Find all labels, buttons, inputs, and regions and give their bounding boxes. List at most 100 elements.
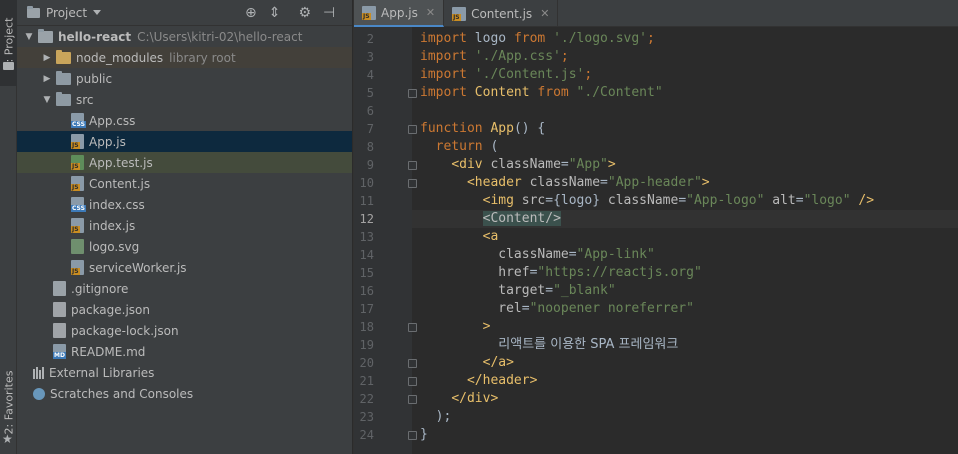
tree-row[interactable]: logo.svg <box>17 236 352 257</box>
gear-icon[interactable]: ⚙ <box>298 5 311 21</box>
line-number: 10 <box>359 176 374 190</box>
tree-item-label: .gitignore <box>71 281 129 296</box>
chevron-down-icon[interactable]: ▼ <box>23 32 35 42</box>
chevron-down-icon[interactable]: ▼ <box>41 95 53 105</box>
tree-row[interactable]: package.json <box>17 299 352 320</box>
close-icon[interactable]: ✕ <box>540 7 549 20</box>
tree-row[interactable]: package-lock.json <box>17 320 352 341</box>
code-line: ); <box>412 408 958 426</box>
hide-icon[interactable]: ⊣ <box>323 5 335 21</box>
project-tool-tab[interactable]: 1: Project <box>0 0 17 86</box>
tree-item-label: package-lock.json <box>71 323 179 338</box>
line-number: 23 <box>359 410 374 424</box>
tree-row[interactable]: .gitignore <box>17 278 352 299</box>
code-token: src <box>513 193 546 208</box>
chevron-down-icon[interactable] <box>93 10 102 15</box>
code-token: <img <box>482 193 514 208</box>
line-number: 20 <box>359 356 374 370</box>
chevron-right-icon[interactable]: ▶ <box>41 53 53 63</box>
tree-item-label: index.css <box>89 197 145 212</box>
tree-item-label: public <box>76 71 113 86</box>
code-token: target <box>420 283 546 298</box>
svg-file-icon <box>71 239 84 254</box>
code-token: import <box>420 31 467 46</box>
code-area[interactable]: import logo from './logo.svg'; import './… <box>412 27 958 454</box>
project-panel-title[interactable]: Project <box>46 6 87 20</box>
editor: JS App.js ✕ JS Content.js ✕ 2 3 4 5 6 7 8 9 10 11 12 13 1… <box>353 0 958 454</box>
code-token: <div <box>451 157 483 172</box>
tree-row[interactable]: CSS App.css <box>17 110 352 131</box>
js-file-icon: JS <box>71 260 84 275</box>
tree-row[interactable]: JS App.test.js <box>17 152 352 173</box>
code-line: <div className="App"> <box>412 156 958 174</box>
code-token: import <box>420 67 467 82</box>
code-line: } <box>412 426 958 444</box>
code-token: () { <box>513 121 546 136</box>
line-number: 5 <box>366 86 374 100</box>
collapse-all-icon[interactable]: ⇕ <box>269 5 281 21</box>
folder-icon <box>38 28 53 43</box>
tree-item-label: logo.svg <box>89 239 140 254</box>
tree-item-label: Content.js <box>89 176 151 191</box>
tree-item-label: Scratches and Consoles <box>50 386 194 401</box>
tree-row[interactable]: JS Content.js <box>17 173 352 194</box>
tab-content-js[interactable]: JS Content.js ✕ <box>444 0 559 27</box>
tab-app-js[interactable]: JS App.js ✕ <box>354 0 445 27</box>
tree-item-label: node_modules <box>76 50 164 65</box>
code-token: = <box>678 193 687 208</box>
favorites-tool-tab[interactable]: 2: Favorites <box>0 362 17 442</box>
code-token: </div> <box>451 391 499 406</box>
tree-row[interactable]: ▶ node_modules library root <box>17 47 352 68</box>
tree-row[interactable]: Scratches and Consoles <box>17 383 352 404</box>
tree-row[interactable]: JS serviceWorker.js <box>17 257 352 278</box>
folder-icon <box>56 91 71 106</box>
code-line: return ( <box>412 138 958 156</box>
code-token: ; <box>647 31 655 46</box>
code-token: "noopener noreferrer" <box>529 301 694 316</box>
code-token: } <box>420 427 428 442</box>
tree-item-label: package.json <box>71 302 151 317</box>
library-icon <box>33 366 44 379</box>
code-line: <a <box>412 228 958 246</box>
js-file-icon: JS <box>71 134 84 149</box>
line-number: 8 <box>366 140 374 154</box>
tree-row[interactable]: ▼ src <box>17 89 352 110</box>
line-number: 12 <box>359 212 374 226</box>
md-file-icon: MD <box>53 344 66 359</box>
tree-row[interactable]: MD README.md <box>17 341 352 362</box>
tab-label: App.js <box>381 5 418 20</box>
code-line: rel="noopener noreferrer" <box>412 300 958 318</box>
code-line: <header className="App-header"> <box>412 174 958 192</box>
code-line: </header> <box>412 372 958 390</box>
code-line: import logo from './logo.svg'; <box>412 30 958 48</box>
close-icon[interactable]: ✕ <box>426 6 435 19</box>
js-file-icon: JS <box>71 176 84 191</box>
folder-icon <box>56 70 71 85</box>
code-token: className <box>482 157 561 172</box>
tool-window-strip: 1: Project 2: Favorites ★ <box>0 0 17 454</box>
tree-row[interactable]: CSS index.css <box>17 194 352 215</box>
code-token: alt <box>764 193 796 208</box>
line-number: 4 <box>366 68 374 82</box>
locate-icon[interactable]: ⊕ <box>245 5 257 21</box>
code-token: > <box>701 175 710 190</box>
star-icon: ★ <box>2 432 13 446</box>
tree-row[interactable]: ▼ hello-react C:\Users\kitri-02\hello-reac… <box>17 26 352 47</box>
tree-row[interactable]: External Libraries <box>17 362 352 383</box>
tree-row[interactable]: JS App.js <box>17 131 352 152</box>
tree-row[interactable]: ▶ public <box>17 68 352 89</box>
code-token: className <box>420 247 569 262</box>
line-number: 18 <box>359 320 374 334</box>
line-number: 24 <box>359 428 374 442</box>
tree-row[interactable]: JS index.js <box>17 215 352 236</box>
code-token: "_blank" <box>553 283 616 298</box>
line-number: 17 <box>359 302 374 316</box>
code-token: return <box>435 139 483 154</box>
chevron-right-icon[interactable]: ▶ <box>41 74 53 84</box>
